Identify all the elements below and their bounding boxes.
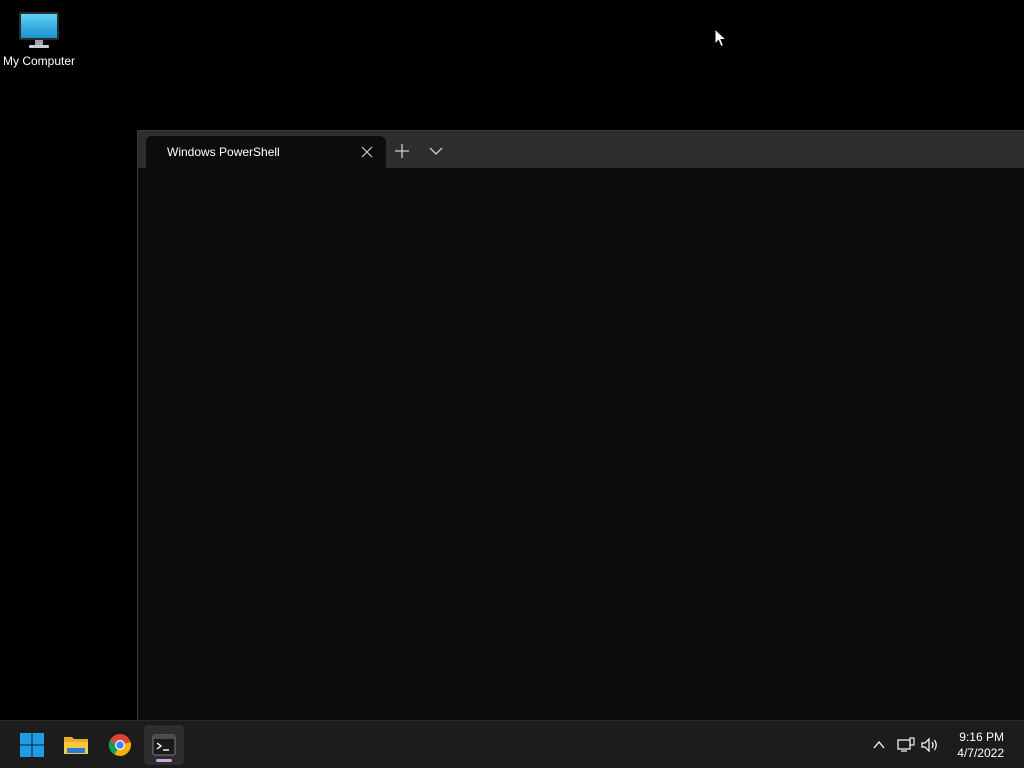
mouse-cursor-icon (714, 28, 728, 48)
tab-bar: Windows PowerShell (138, 131, 1024, 170)
clock[interactable]: 9:16 PM 4/7/2022 (957, 729, 1004, 761)
chrome-icon (108, 734, 131, 756)
desktop: My Computer Windows PowerShell (0, 0, 1024, 720)
chevron-up-icon (873, 740, 885, 749)
chrome-button[interactable] (100, 725, 140, 765)
plus-icon[interactable] (393, 142, 411, 160)
clock-date: 4/7/2022 (957, 746, 1004, 760)
network-button[interactable] (896, 735, 916, 755)
desktop-icon-label: My Computer (2, 54, 76, 68)
terminal-taskbar-button[interactable] (144, 725, 184, 765)
active-app-indicator (156, 759, 172, 762)
file-explorer-button[interactable] (56, 725, 96, 765)
volume-button[interactable] (920, 735, 940, 755)
taskbar: 9:16 PM 4/7/2022 (0, 720, 1024, 768)
show-hidden-icons-button[interactable] (869, 735, 889, 755)
my-computer-desktop-icon[interactable]: My Computer (0, 8, 78, 68)
windows-logo-icon (20, 733, 44, 757)
terminal-content-area[interactable] (138, 168, 1024, 720)
tab-title: Windows PowerShell (167, 145, 280, 159)
monitor-icon (19, 12, 59, 48)
folder-icon (64, 737, 88, 754)
close-icon[interactable] (360, 145, 374, 159)
start-button[interactable] (12, 725, 52, 765)
chevron-down-icon[interactable] (428, 143, 444, 159)
clock-time: 9:16 PM (959, 730, 1004, 744)
tab-windows-powershell[interactable]: Windows PowerShell (146, 136, 386, 168)
terminal-icon (152, 734, 176, 756)
terminal-window[interactable]: Windows PowerShell (137, 130, 1024, 720)
volume-icon (921, 737, 937, 753)
network-icon (897, 737, 915, 752)
